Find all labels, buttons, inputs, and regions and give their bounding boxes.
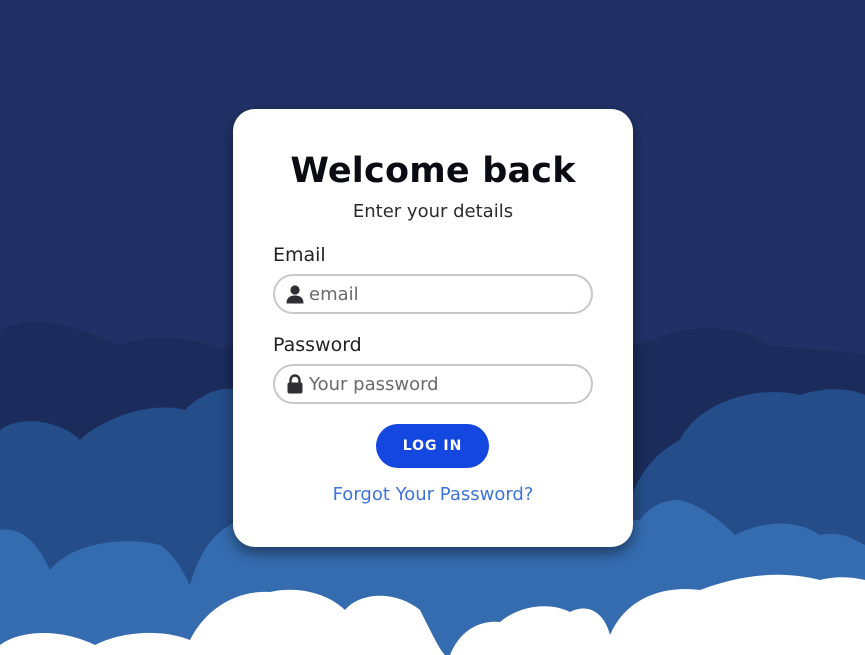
lock-icon [287,374,303,394]
email-input[interactable] [309,276,579,312]
user-icon [286,285,304,304]
email-label: Email [273,244,326,266]
page-title: Welcome back [290,151,576,191]
login-card: Welcome back Enter your details Email Pa… [233,109,633,547]
forgot-password-link[interactable]: Forgot Your Password? [233,484,633,505]
email-field-wrapper[interactable] [273,274,593,314]
page-subtitle: Enter your details [352,201,514,222]
login-button[interactable]: LOG IN [376,424,489,468]
password-field-wrapper[interactable] [273,364,593,404]
password-input[interactable] [309,366,579,402]
password-label: Password [273,334,362,356]
